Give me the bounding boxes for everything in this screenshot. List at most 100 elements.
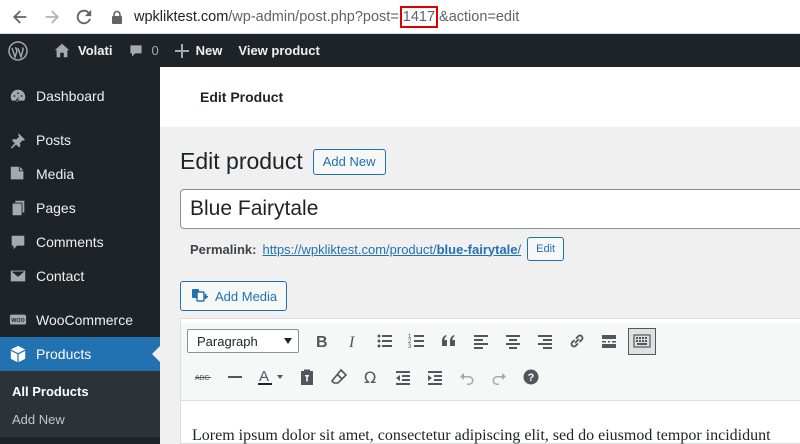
- svg-text:I: I: [348, 334, 355, 350]
- home-icon: [54, 43, 70, 57]
- comment-bubble-icon: [130, 44, 143, 57]
- text-color-icon: A: [258, 368, 283, 385]
- svg-text:WOO: WOO: [11, 318, 24, 324]
- undo-icon: [460, 373, 474, 385]
- strikethrough-button[interactable]: ABC: [187, 363, 219, 391]
- permalink-row: Permalink: https://wpkliktest.com/produc…: [190, 237, 565, 261]
- toolbar-toggle-button[interactable]: [628, 327, 656, 355]
- pin-icon: [10, 133, 25, 149]
- sidebar-item-media[interactable]: Media: [0, 157, 160, 191]
- insert-link-button[interactable]: [561, 327, 593, 355]
- reload-button[interactable]: [72, 5, 96, 29]
- view-product-label: View product: [238, 43, 320, 58]
- increase-indent-button[interactable]: [419, 363, 451, 391]
- media-icon: [10, 166, 24, 180]
- help-button[interactable]: ?: [515, 363, 547, 391]
- sidebar-item-comments[interactable]: Comments: [0, 225, 160, 259]
- url-path: /wp-admin/post.php?post=: [228, 8, 399, 25]
- products-submenu: All Products Add New: [0, 371, 160, 437]
- new-content-link[interactable]: New: [167, 34, 231, 67]
- permalink-label: Permalink:: [190, 241, 257, 257]
- horizontal-line-button[interactable]: [219, 363, 251, 391]
- title-row: Edit product Add New: [180, 148, 386, 175]
- sidebar-item-products[interactable]: Products: [0, 337, 160, 371]
- redo-button[interactable]: [483, 363, 515, 391]
- question-icon: ?: [523, 369, 539, 385]
- sidebar-item-woocommerce[interactable]: WOO WooCommerce: [0, 303, 160, 337]
- indent-icon: [428, 371, 442, 385]
- bold-button[interactable]: B: [305, 327, 337, 355]
- numbered-list-icon: 123: [408, 334, 424, 350]
- add-media-label: Add Media: [215, 288, 278, 304]
- bold-icon: B: [316, 334, 328, 350]
- svg-text:3: 3: [408, 344, 412, 350]
- lock-icon: [112, 10, 122, 24]
- product-title-input[interactable]: Blue Fairytale: [180, 189, 800, 229]
- url-domain: wpkliktest.com: [134, 8, 229, 25]
- wordpress-logo-icon: [8, 40, 28, 61]
- page-header-bar: Edit Product: [160, 67, 800, 127]
- sidebar-label-media: Media: [36, 166, 75, 182]
- sidebar-label-posts: Posts: [36, 132, 72, 148]
- add-new-button[interactable]: Add New: [312, 148, 386, 175]
- blockquote-button[interactable]: [433, 327, 465, 355]
- numbered-list-button[interactable]: 123: [401, 327, 433, 355]
- special-character-button[interactable]: Ω: [355, 363, 387, 391]
- italic-button[interactable]: I: [337, 327, 369, 355]
- svg-text:B: B: [316, 334, 328, 350]
- paste-as-text-button[interactable]: [291, 363, 323, 391]
- clear-formatting-button[interactable]: [323, 363, 355, 391]
- view-product-link[interactable]: View product: [230, 34, 327, 67]
- sidebar-item-dashboard[interactable]: Dashboard: [0, 79, 160, 113]
- dashboard-icon: [10, 89, 26, 102]
- strikethrough-icon: ABC: [195, 375, 211, 382]
- link-icon: [570, 334, 584, 348]
- add-media-button[interactable]: Add Media: [180, 281, 288, 311]
- wordpress-logo-button[interactable]: [0, 34, 45, 67]
- undo-button[interactable]: [451, 363, 483, 391]
- chevron-down-icon: [284, 338, 292, 344]
- comments-link[interactable]: 0: [120, 34, 166, 67]
- keyboard-icon: [633, 334, 651, 348]
- editor-toolbar: Paragraph B I 123 ABC A Ω ?: [181, 323, 800, 401]
- bulleted-list-button[interactable]: [369, 327, 401, 355]
- format-select[interactable]: Paragraph: [187, 329, 299, 353]
- permalink-edit-button[interactable]: Edit: [527, 237, 565, 261]
- text-color-button[interactable]: A: [251, 363, 291, 391]
- italic-icon: I: [348, 334, 355, 350]
- submenu-add-new[interactable]: Add New: [0, 405, 160, 433]
- omega-icon: Ω: [364, 368, 376, 386]
- back-button[interactable]: [8, 5, 32, 29]
- svg-text:Ω: Ω: [364, 368, 376, 386]
- forward-button[interactable]: [40, 5, 64, 29]
- toolbar-row-2: ABC A Ω ?: [181, 359, 800, 395]
- align-right-button[interactable]: [529, 327, 561, 355]
- svg-text:?: ?: [528, 372, 535, 384]
- reload-icon: [76, 9, 92, 24]
- align-left-button[interactable]: [465, 327, 497, 355]
- site-name-link[interactable]: Volati: [45, 34, 120, 67]
- add-media-icon: [192, 289, 208, 302]
- arrow-right-icon: [45, 9, 60, 24]
- arrow-left-icon: [12, 9, 27, 24]
- decrease-indent-button[interactable]: [387, 363, 419, 391]
- submenu-all-products[interactable]: All Products: [0, 377, 160, 405]
- read-more-button[interactable]: [593, 327, 625, 355]
- outdent-icon: [396, 371, 410, 385]
- woo-icon: WOO: [9, 314, 27, 325]
- read-more-icon: [602, 335, 616, 348]
- permalink-slug: blue-fairytale: [436, 241, 518, 257]
- permalink-tail: /: [517, 241, 522, 257]
- align-center-button[interactable]: [497, 327, 529, 355]
- sidebar-item-contact[interactable]: Contact: [0, 259, 160, 293]
- sidebar-item-posts[interactable]: Posts: [0, 123, 160, 157]
- address-bar[interactable]: wpkliktest.com /wp-admin/post.php?post= …: [110, 5, 519, 28]
- permalink-link[interactable]: https://wpkliktest.com/product/blue-fair…: [262, 242, 521, 257]
- sidebar-item-pages[interactable]: Pages: [0, 191, 160, 225]
- pages-icon: [12, 200, 25, 216]
- editor-content[interactable]: Lorem ipsum dolor sit amet, consectetur …: [181, 401, 800, 444]
- sidebar-label-woocommerce: WooCommerce: [36, 312, 133, 328]
- plus-icon: [174, 43, 189, 58]
- sidebar-label-comments: Comments: [36, 234, 104, 250]
- box-icon: [10, 345, 26, 363]
